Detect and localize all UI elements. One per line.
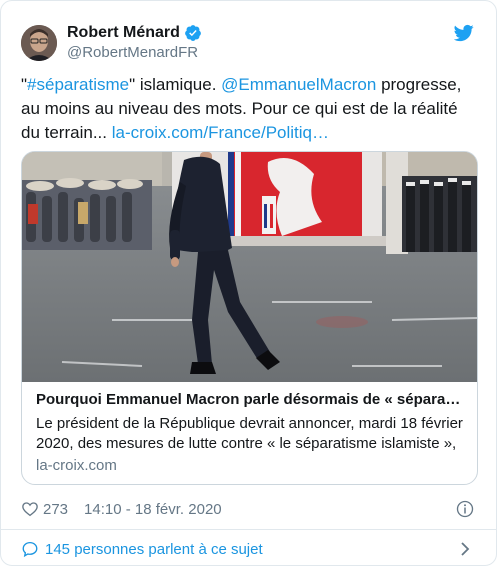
card-body: Pourquoi Emmanuel Macron parle désormais… <box>36 390 465 476</box>
tweet-text-part-1: islamique. <box>135 75 222 94</box>
twitter-bird-icon[interactable] <box>454 23 474 43</box>
heart-icon[interactable] <box>21 500 39 518</box>
tweet-text: "#séparatisme" islamique. @EmmanuelMacro… <box>21 73 478 145</box>
mention-link[interactable]: @EmmanuelMacron <box>221 75 376 94</box>
article-link[interactable]: la-croix.com/France/Politiq… <box>112 123 329 142</box>
author-names: Robert Ménard @RobertMenardFR <box>67 23 202 63</box>
footer-divider <box>1 529 496 530</box>
avatar[interactable] <box>21 25 57 61</box>
conversation-footer[interactable]: 145 personnes parlent à ce sujet <box>21 538 476 560</box>
article-photo <box>22 152 477 382</box>
link-preview-card[interactable]: Pourquoi Emmanuel Macron parle désormais… <box>21 151 478 485</box>
chevron-right-icon[interactable] <box>458 541 472 557</box>
tweet-header: Robert Ménard @RobertMenardFR <box>21 21 476 63</box>
card-domain: la-croix.com <box>36 457 117 474</box>
info-icon[interactable] <box>456 500 474 518</box>
hashtag-link[interactable]: #séparatisme <box>27 75 129 94</box>
tweet-timestamp[interactable]: 14:10 - 18 févr. 2020 <box>84 501 222 518</box>
tweet-card: Robert Ménard @RobertMenardFR "#séparati… <box>0 0 497 566</box>
author-handle[interactable]: @RobertMenardFR <box>67 43 202 63</box>
speech-bubble-icon <box>22 541 38 558</box>
display-name-text[interactable]: Robert Ménard <box>67 23 180 43</box>
verified-badge-icon <box>185 25 201 41</box>
like-count[interactable]: 273 <box>43 501 68 518</box>
card-description: Le président de la République devrait an… <box>36 415 463 452</box>
conversation-link[interactable]: 145 personnes parlent à ce sujet <box>45 541 263 558</box>
card-title[interactable]: Pourquoi Emmanuel Macron parle désormais… <box>36 390 465 410</box>
author-display-name[interactable]: Robert Ménard <box>67 23 202 43</box>
tweet-meta: 273 14:10 - 18 févr. 2020 <box>21 498 222 520</box>
